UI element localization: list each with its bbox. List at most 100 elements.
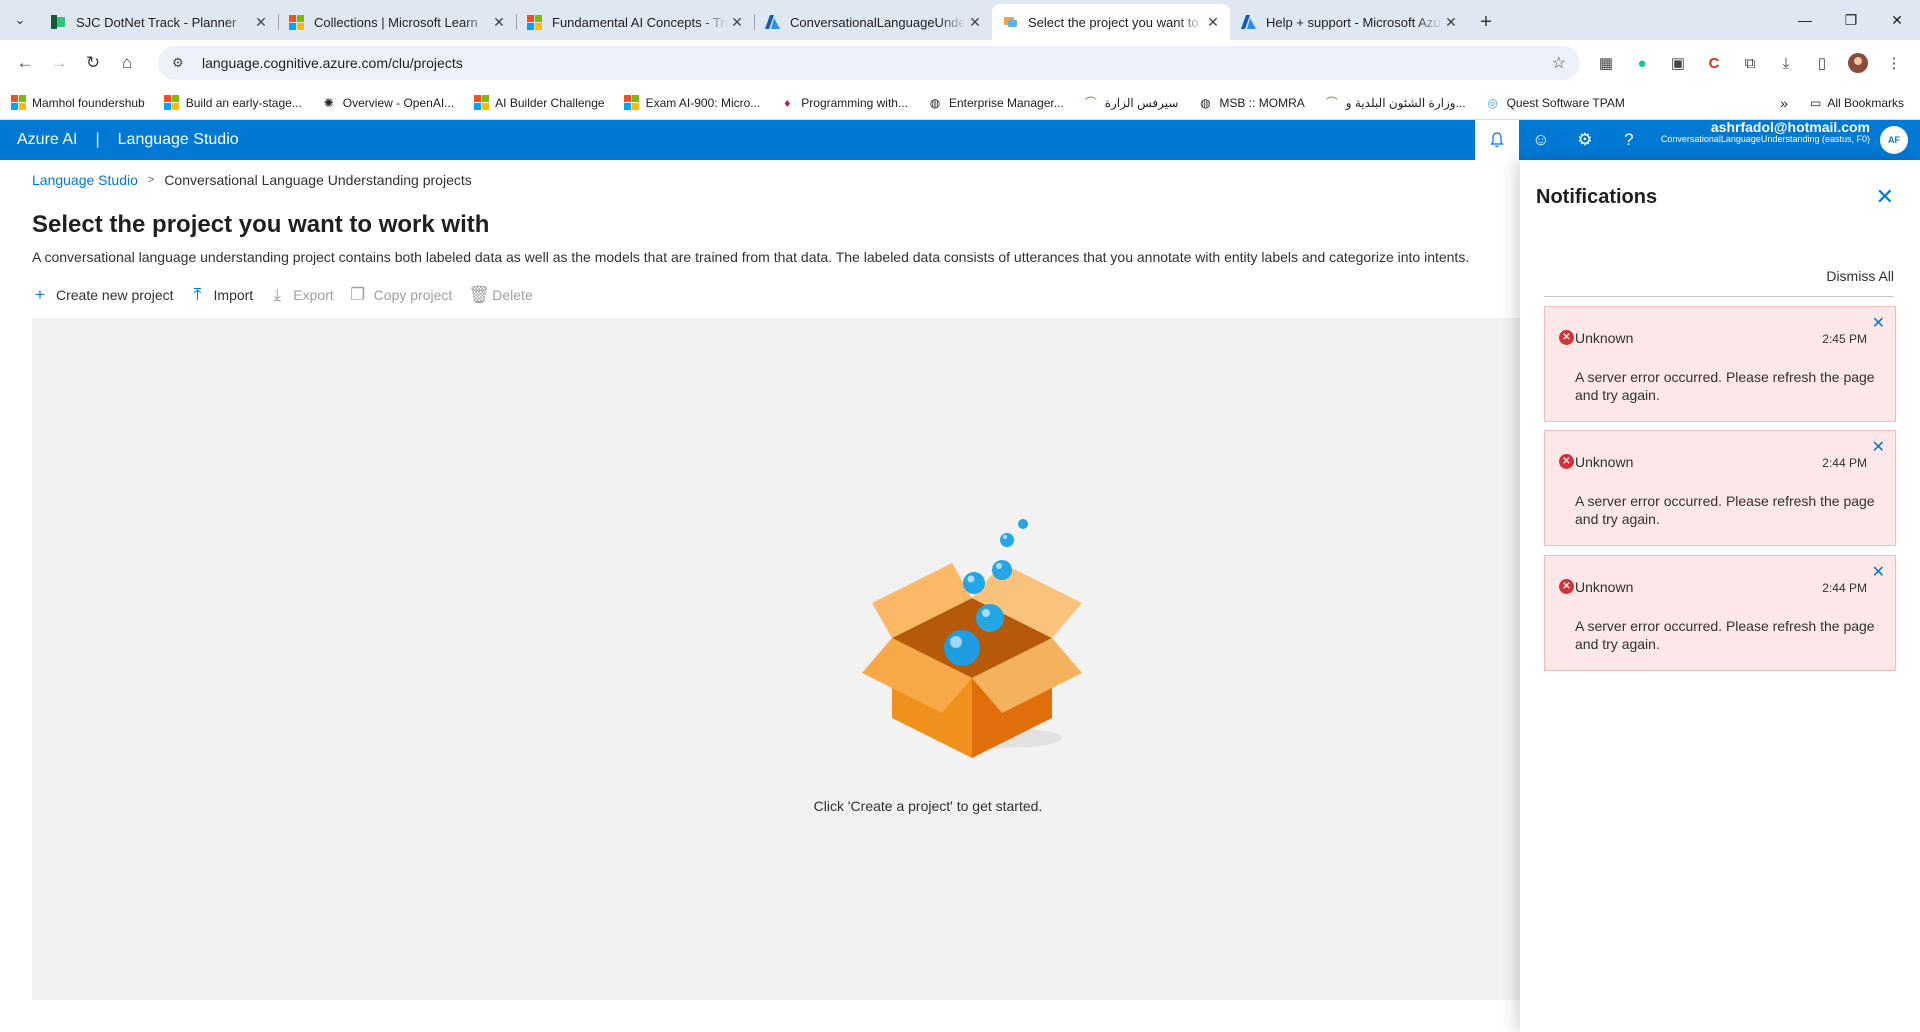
divider bbox=[1544, 296, 1894, 297]
dismiss-notification-icon[interactable]: ✕ bbox=[1872, 313, 1885, 333]
copy-project-button[interactable]: ❐ Copy project bbox=[350, 285, 452, 305]
bell-icon[interactable] bbox=[1474, 120, 1519, 160]
browser-menu-icon[interactable]: ⋮ bbox=[1876, 46, 1912, 80]
browser-tab-fundamental-ai[interactable]: Fundamental AI Concepts - Trai ✕ bbox=[516, 4, 754, 40]
notification-card: ✕ Unknown 2:45 PM ✕ A server error occur… bbox=[1544, 306, 1896, 422]
brand: Azure AI | Language Studio bbox=[0, 131, 239, 149]
close-panel-icon[interactable]: ✕ bbox=[1876, 184, 1894, 210]
momra-icon: ⌒ bbox=[1325, 96, 1338, 110]
browser-tab-planner[interactable]: SJC DotNet Track - Planner ✕ bbox=[40, 4, 278, 40]
trash-icon: 🗑 bbox=[468, 285, 490, 304]
tab-close-icon[interactable]: ✕ bbox=[1442, 14, 1460, 31]
grammarly-icon[interactable]: ● bbox=[1624, 46, 1660, 80]
page-title: Select the project you want to work with bbox=[32, 211, 490, 238]
tab-close-icon[interactable]: ✕ bbox=[490, 14, 508, 31]
bookmark-item[interactable]: ◍ Enterprise Manager... bbox=[927, 95, 1064, 111]
browser-tabstrip: ⌄ SJC DotNet Track - Planner ✕ Collectio… bbox=[0, 0, 1920, 40]
browser-toolbar: ← → ↻ ⌂ ⚙ language.cognitive.azure.com/c… bbox=[0, 40, 1920, 86]
extension-se-icon[interactable]: ▣ bbox=[1660, 46, 1696, 80]
minimize-icon[interactable]: — bbox=[1782, 0, 1828, 40]
tab-search-icon[interactable]: ⌄ bbox=[0, 0, 40, 40]
error-icon: ✕ bbox=[1559, 454, 1574, 469]
bookmark-item[interactable]: ◍ MSB :: MOMRA bbox=[1197, 95, 1305, 111]
microsoft-logo-icon bbox=[624, 95, 640, 111]
momra-icon: ⌒ bbox=[1084, 96, 1097, 110]
tab-close-icon[interactable]: ✕ bbox=[252, 14, 270, 31]
account-info[interactable]: ashrfadol@hotmail.com ConversationalLang… bbox=[1651, 119, 1876, 160]
bookmark-item[interactable]: Mamhol foundershub bbox=[10, 95, 145, 111]
profile-avatar-icon[interactable] bbox=[1840, 46, 1876, 80]
tab-close-icon[interactable]: ✕ bbox=[728, 14, 746, 31]
extension-c-icon[interactable]: C bbox=[1696, 46, 1732, 80]
delete-button[interactable]: 🗑 Delete bbox=[468, 285, 532, 305]
brand-language-studio[interactable]: Language Studio bbox=[118, 131, 239, 149]
tab-close-icon[interactable]: ✕ bbox=[1204, 14, 1222, 31]
notification-time: 2:44 PM bbox=[1822, 581, 1867, 595]
brand-azure-ai[interactable]: Azure AI bbox=[17, 131, 77, 149]
browser-tab-clu-resource[interactable]: ConversationalLanguageUnder ✕ bbox=[754, 4, 992, 40]
site-info-icon[interactable]: ⚙ bbox=[172, 55, 194, 71]
azure-icon bbox=[1240, 14, 1256, 30]
home-icon[interactable]: ⌂ bbox=[110, 46, 144, 80]
settings-gear-icon[interactable]: ⚙ bbox=[1563, 120, 1607, 160]
dismiss-notification-icon[interactable]: ✕ bbox=[1872, 562, 1885, 582]
bookmark-item[interactable]: Build an early-stage... bbox=[164, 95, 302, 111]
tab-title: SJC DotNet Track - Planner bbox=[76, 14, 237, 30]
tab-title: Collections | Microsoft Learn bbox=[314, 14, 478, 30]
notification-type: Unknown bbox=[1575, 330, 1634, 346]
bookmark-item[interactable]: ♦ Programming with... bbox=[779, 95, 908, 111]
bookmark-item[interactable]: ⌒ سيرفس الزارة bbox=[1083, 95, 1179, 111]
breadcrumb-language-studio[interactable]: Language Studio bbox=[32, 172, 138, 188]
account-email: ashrfadol@hotmail.com bbox=[1710, 119, 1870, 135]
restore-icon[interactable]: ❐ bbox=[1828, 0, 1874, 40]
bookmark-item[interactable]: ✺ Overview - OpenAI... bbox=[321, 95, 454, 111]
command-bar: + Create new project ⤒ Import ⤓ Export ❐… bbox=[32, 284, 549, 306]
create-new-project-button[interactable]: + Create new project bbox=[32, 285, 174, 305]
bookmarks-bar: Mamhol foundershub Build an early-stage.… bbox=[0, 86, 1920, 120]
address-bar[interactable]: ⚙ language.cognitive.azure.com/clu/proje… bbox=[158, 46, 1580, 80]
browser-tab-collections[interactable]: Collections | Microsoft Learn ✕ bbox=[278, 4, 516, 40]
help-question-icon[interactable]: ? bbox=[1607, 120, 1651, 160]
export-button[interactable]: ⤓ Export bbox=[269, 285, 333, 305]
bookmark-star-icon[interactable]: ☆ bbox=[1552, 53, 1566, 73]
app-header: Azure AI | Language Studio ☺ ⚙ ? ashrfad… bbox=[0, 119, 1920, 160]
dismiss-notification-icon[interactable]: ✕ bbox=[1872, 437, 1885, 457]
notification-time: 2:45 PM bbox=[1822, 332, 1867, 346]
bookmark-label: Quest Software TPAM bbox=[1506, 95, 1625, 110]
browser-tab-select-project[interactable]: Select the project you want to w ✕ bbox=[992, 4, 1230, 40]
avatar[interactable]: AF bbox=[1880, 126, 1908, 154]
extension-sheet-icon[interactable]: ▦ bbox=[1588, 46, 1624, 80]
feedback-smiley-icon[interactable]: ☺ bbox=[1519, 120, 1563, 160]
extensions-puzzle-icon[interactable]: ⧉ bbox=[1732, 46, 1768, 80]
back-arrow-icon[interactable]: ← bbox=[8, 46, 42, 80]
notification-message: A server error occurred. Please refresh … bbox=[1575, 369, 1875, 403]
bookmark-item[interactable]: ◎ Quest Software TPAM bbox=[1485, 95, 1625, 111]
reload-icon[interactable]: ↻ bbox=[76, 46, 110, 80]
url-text[interactable]: language.cognitive.azure.com/clu/project… bbox=[202, 55, 1552, 71]
side-panel-icon[interactable]: ▯ bbox=[1804, 46, 1840, 80]
tab-title: Fundamental AI Concepts - Trai bbox=[552, 14, 728, 30]
browser-tab-help-support[interactable]: Help + support - Microsoft Azu ✕ bbox=[1230, 4, 1468, 40]
import-button[interactable]: ⤒ Import bbox=[190, 285, 253, 305]
quest-icon: ◎ bbox=[1487, 95, 1498, 110]
dismiss-all-button[interactable]: Dismiss All bbox=[1826, 268, 1894, 284]
error-icon: ✕ bbox=[1559, 330, 1574, 345]
all-bookmarks-button[interactable]: ▭ All Bookmarks bbox=[1810, 96, 1904, 110]
notification-card: ✕ Unknown 2:44 PM ✕ A server error occur… bbox=[1544, 555, 1896, 671]
delete-label: Delete bbox=[492, 287, 533, 303]
bookmark-item[interactable]: Exam AI-900: Micro... bbox=[624, 95, 760, 111]
microsoft-logo-icon bbox=[526, 14, 542, 30]
download-icon[interactable]: ⤓ bbox=[1768, 46, 1804, 80]
forward-arrow-icon[interactable]: → bbox=[42, 46, 76, 80]
tab-close-icon[interactable]: ✕ bbox=[966, 14, 984, 31]
bookmark-item[interactable]: AI Builder Challenge bbox=[473, 95, 605, 111]
bookmark-label: Overview - OpenAI... bbox=[342, 95, 455, 110]
tab-title: Help + support - Microsoft Azu bbox=[1266, 14, 1441, 30]
create-new-project-label: Create new project bbox=[56, 287, 174, 303]
more-bookmarks-chevron-icon[interactable]: » bbox=[1780, 95, 1788, 111]
notification-type: Unknown bbox=[1575, 579, 1634, 595]
window-close-icon[interactable]: ✕ bbox=[1874, 0, 1920, 40]
new-tab-plus-icon[interactable]: + bbox=[1468, 4, 1504, 40]
microsoft-logo-icon bbox=[10, 95, 26, 111]
bookmark-item[interactable]: ⌒ وزارة الشئون البلدية و... bbox=[1324, 95, 1466, 111]
